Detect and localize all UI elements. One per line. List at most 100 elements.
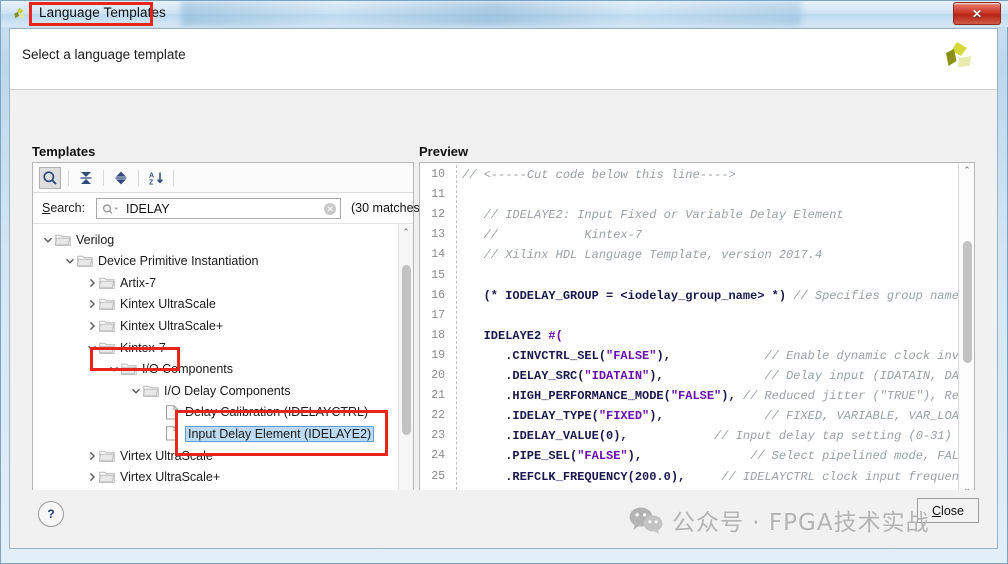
gutter-divider: [456, 165, 457, 510]
toolbar-separator: [103, 170, 104, 186]
preview-panel-label: Preview: [419, 144, 469, 159]
close-icon: ✕: [971, 6, 983, 21]
toolbar-separator: [173, 170, 174, 186]
preview-vertical-scrollbar[interactable]: ⌃ ⌄: [958, 163, 974, 512]
tree-item-label: Verilog: [76, 232, 115, 247]
code-line: .IDELAY_VALUE(0), // Input delay tap set…: [462, 429, 952, 444]
dialog-header-title: Select a language template: [22, 47, 186, 62]
tree-item-label: Virtex UltraScale: [120, 448, 213, 463]
tree-item-label: Artix-7: [120, 275, 157, 290]
line-number: 14: [431, 248, 445, 262]
code-preview[interactable]: 101112131415161718192021222324252627 // …: [420, 163, 959, 512]
tree-item-virtex-ultrascale[interactable]: Virtex UltraScale: [85, 445, 213, 466]
title-highlight-box: [29, 2, 153, 26]
line-number: 25: [431, 469, 445, 483]
tree-item-label: Input Delay Element (IDELAYE2): [185, 425, 375, 442]
code-line: .DELAY_SRC("IDATAIN"), // Delay input (I…: [462, 369, 959, 383]
toolbar-separator: [68, 170, 69, 186]
code-line: // Kintex-7: [462, 228, 643, 243]
svg-text:A: A: [149, 173, 154, 180]
tree-item-label: Virtex UltraScale+: [120, 470, 221, 485]
templates-tree-scrollbar[interactable]: ⌃ ⌄: [398, 225, 413, 527]
line-number: 13: [431, 228, 445, 242]
tree-item-artix-7[interactable]: Artix-7: [85, 272, 156, 293]
tree-scrollbar-thumb[interactable]: [401, 265, 411, 435]
tree-item-i-o-delay-components[interactable]: I/O Delay Components: [129, 380, 290, 401]
preview-scroll-up-icon[interactable]: ⌃: [960, 163, 974, 178]
tree-item-label: I/O Components: [142, 362, 234, 377]
code-line: // Xilinx HDL Language Template, version…: [462, 248, 823, 263]
tree-item-delay-calibration-idelayctrl[interactable]: Delay Calibration (IDELAYCTRL): [151, 402, 368, 423]
tree-item-input-delay-element-idelaye2[interactable]: Input Delay Element (IDELAYE2): [151, 423, 375, 444]
tree-item-label: Device Primitive Instantiation: [98, 254, 259, 269]
search-clear-icon[interactable]: ✕: [324, 203, 336, 215]
search-label-rest: earch:: [50, 201, 86, 215]
tree-item-virtex-ultrascale[interactable]: Virtex UltraScale+: [85, 467, 220, 488]
code-line: .CINVCTRL_SEL("FALSE"), // Enable dynami…: [462, 348, 959, 363]
line-number: 22: [431, 409, 445, 423]
line-number-gutter: 101112131415161718192021222324252627: [420, 163, 450, 512]
dialog-footer: ? Close: [10, 490, 997, 548]
line-number: 24: [431, 449, 445, 463]
close-button[interactable]: Close: [917, 498, 979, 523]
search-field-icon: [102, 204, 118, 214]
line-number: 11: [431, 188, 445, 202]
line-number: 16: [431, 288, 445, 302]
line-number: 10: [431, 168, 445, 181]
search-row: Search: IDELAY ✕ (30 matches): [33, 194, 424, 224]
line-number: 23: [431, 429, 445, 443]
toolbar-separator: [138, 170, 139, 186]
collapse-all-icon[interactable]: [75, 167, 97, 189]
code-line: .HIGH_PERFORMANCE_MODE("FALSE"), // Redu…: [462, 389, 959, 404]
help-button[interactable]: ?: [38, 501, 64, 527]
tree-item-label: Kintex-7: [120, 340, 166, 355]
line-number: 19: [431, 348, 445, 362]
tree-item-kintex-ultrascale[interactable]: Kintex UltraScale+: [85, 315, 223, 336]
tree-item-label: Kintex UltraScale: [120, 297, 216, 312]
svg-text:Z: Z: [149, 180, 154, 187]
window-titlebar: Language Templates ✕: [1, 1, 1008, 27]
code-line: .IDELAY_TYPE("FIXED"), // FIXED, VARIABL…: [462, 409, 959, 424]
line-number: 17: [431, 308, 445, 322]
tree-item-device-primitive-instantiation[interactable]: Device Primitive Instantiation: [63, 251, 258, 272]
dialog: Select a language template Templates Pre…: [9, 28, 998, 549]
close-button-label: Close: [932, 503, 964, 518]
tree-item-i-o-components[interactable]: I/O Components: [107, 359, 233, 380]
templates-panel: A Z Search: IDELAY ✕ (30 matches) Verilo…: [32, 162, 424, 528]
search-label: Search:: [42, 201, 85, 215]
search-input-value: IDELAY: [126, 202, 170, 216]
line-number: 15: [431, 268, 445, 282]
titlebar-texture: [181, 1, 801, 27]
templates-tree[interactable]: Verilog Device Primitive Instantiation Art…: [33, 225, 413, 527]
line-number: 18: [431, 328, 445, 342]
tree-item-kintex-7[interactable]: Kintex-7: [85, 337, 166, 358]
search-match-count: (30 matches): [351, 201, 424, 215]
window-close-button[interactable]: ✕: [953, 2, 1001, 25]
code-line: // IDELAYE2: Input Fixed or Variable Del…: [462, 208, 844, 223]
screenshot-root: Language Templates ✕ Select a language t…: [0, 0, 1008, 564]
window-frame: Language Templates ✕ Select a language t…: [0, 0, 1008, 564]
preview-vscroll-thumb[interactable]: [962, 241, 972, 363]
expand-all-icon[interactable]: [110, 167, 132, 189]
line-number: 21: [431, 389, 445, 403]
templates-panel-label: Templates: [32, 144, 96, 159]
xilinx-vivado-icon: [14, 7, 25, 19]
sort-az-icon[interactable]: A Z: [145, 167, 167, 189]
dialog-header: Select a language template: [10, 29, 997, 90]
line-number: 20: [431, 369, 445, 382]
tree-item-kintex-ultrascale[interactable]: Kintex UltraScale: [85, 294, 216, 315]
dialog-main: Templates Preview A Z Search: IDELAY ✕ (…: [10, 90, 997, 548]
line-number: 12: [431, 208, 445, 222]
tree-item-verilog[interactable]: Verilog: [41, 229, 114, 250]
code-line: // <-----Cut code below this line---->: [462, 168, 736, 182]
tree-item-label: I/O Delay Components: [164, 383, 291, 398]
code-line: IDELAYE2 #(: [462, 328, 563, 343]
code-line: (* IODELAY_GROUP = <iodelay_group_name> …: [462, 288, 959, 303]
search-input[interactable]: IDELAY ✕: [96, 198, 341, 219]
tree-item-label: Kintex UltraScale+: [120, 318, 224, 333]
preview-panel: 101112131415161718192021222324252627 // …: [419, 162, 975, 528]
search-toggle-icon[interactable]: [39, 167, 61, 189]
code-line: .REFCLK_FREQUENCY(200.0), // IDELAYCTRL …: [462, 469, 959, 484]
scroll-up-icon[interactable]: ⌃: [399, 225, 413, 240]
xilinx-logo: [946, 42, 971, 67]
